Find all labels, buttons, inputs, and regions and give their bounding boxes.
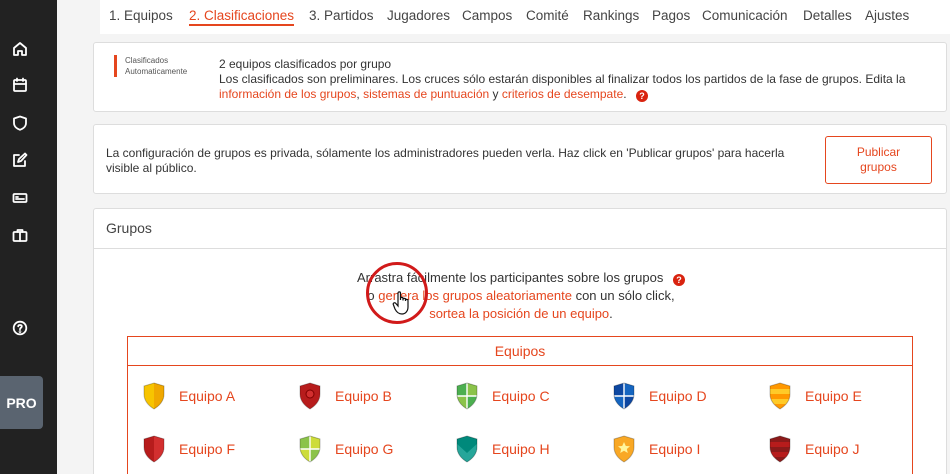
team-name: Equipo J (805, 441, 860, 457)
team-item[interactable]: Equipo G (299, 435, 393, 463)
team-shield-icon (456, 435, 478, 463)
team-shield-icon (299, 382, 321, 410)
briefcase-icon[interactable] (10, 225, 30, 245)
team-name: Equipo I (649, 441, 701, 457)
edit-icon[interactable] (10, 150, 30, 170)
period: . (609, 306, 613, 321)
tab-campos[interactable]: Campos (462, 8, 512, 23)
qualifiers-note: Los clasificados son preliminares. Los c… (219, 72, 906, 86)
team-name: Equipo F (179, 441, 236, 457)
team-name: Equipo G (335, 441, 394, 457)
team-shield-icon (456, 382, 478, 410)
ticket-icon[interactable] (10, 188, 30, 208)
help-icon[interactable]: ? (635, 90, 648, 102)
link-scoring[interactable]: sistemas de puntuación (363, 87, 489, 101)
separator: y (489, 87, 502, 101)
team-shield-icon (769, 435, 791, 463)
qualifiers-count: 2 equipos clasificados por grupo (219, 57, 392, 71)
teams-title: Equipos (128, 337, 912, 366)
team-name: Equipo H (492, 441, 550, 457)
help-icon[interactable] (10, 318, 30, 338)
groups-card: Grupos Arrastra fácilmente los participa… (93, 208, 947, 474)
team-item[interactable]: Equipo C (456, 382, 550, 410)
instr-line3: sortea la posición de un equipo. (94, 305, 948, 323)
tab-pagos[interactable]: Pagos (652, 8, 690, 23)
qualifiers-card: Clasificados Automaticamente 2 equipos c… (93, 42, 947, 112)
publish-card: La configuración de grupos es privada, s… (93, 124, 947, 194)
hand-cursor-icon (392, 291, 409, 315)
team-shield-icon (613, 382, 635, 410)
publish-button-line2: grupos (860, 160, 897, 174)
qualifiers-tag-line1: Clasificados (125, 56, 169, 65)
team-item[interactable]: Equipo I (613, 435, 700, 463)
home-icon[interactable] (10, 39, 30, 59)
tab-jugadores[interactable]: Jugadores (387, 8, 450, 23)
team-item[interactable]: Equipo J (769, 435, 859, 463)
tab-rankings[interactable]: Rankings (583, 8, 639, 23)
draw-position-link[interactable]: sortea la posición de un equipo (429, 306, 609, 321)
qualifiers-accent-bar (114, 55, 117, 77)
team-item[interactable]: Equipo F (143, 435, 235, 463)
team-item[interactable]: Equipo B (299, 382, 392, 410)
team-shield-icon (613, 435, 635, 463)
tab-equipos[interactable]: 1. Equipos (109, 8, 173, 23)
sidebar: PRO (0, 0, 57, 474)
team-name: Equipo D (649, 388, 707, 404)
team-shield-icon (769, 382, 791, 410)
team-item[interactable]: Equipo H (456, 435, 550, 463)
team-shield-icon (299, 435, 321, 463)
tab-comunicacion[interactable]: Comunicación (702, 8, 788, 23)
pro-badge[interactable]: PRO (0, 376, 43, 429)
team-shield-icon (143, 435, 165, 463)
team-item[interactable]: Equipo A (143, 382, 235, 410)
qualifiers-text: 2 equipos clasificados por grupo Los cla… (219, 57, 944, 102)
tab-clasificaciones[interactable]: 2. Clasificaciones (189, 8, 295, 26)
teams-box: Equipos Equipo A Equipo B Equipo C Equipo D… (127, 336, 913, 474)
team-name: Equipo C (492, 388, 550, 404)
qualifiers-links: información de los grupos, sistemas de p… (219, 87, 944, 102)
tab-detalles[interactable]: Detalles (803, 8, 852, 23)
qualifiers-tag-line2: Automaticamente (125, 67, 188, 76)
team-name: Equipo E (805, 388, 862, 404)
qualifiers-tag: Clasificados Automaticamente (125, 55, 187, 77)
help-icon[interactable]: ? (673, 274, 685, 286)
link-tiebreak[interactable]: criterios de desempate (502, 87, 623, 101)
tab-bar: 1. Equipos 2. Clasificaciones 3. Partido… (100, 0, 950, 34)
team-name: Equipo B (335, 388, 392, 404)
instr-one-click: con un sólo click, (571, 288, 675, 303)
tab-comite[interactable]: Comité (526, 8, 569, 23)
publish-button-line1: Publicar (856, 145, 901, 159)
shield-icon[interactable] (10, 113, 30, 133)
groups-header: Grupos (94, 209, 946, 249)
link-groups-info[interactable]: información de los grupos (219, 87, 356, 101)
tab-partidos[interactable]: 3. Partidos (309, 8, 374, 23)
groups-instructions: Arrastra fácilmente los participantes so… (94, 269, 948, 323)
team-item[interactable]: Equipo D (613, 382, 707, 410)
team-name: Equipo A (179, 388, 236, 404)
publish-groups-button[interactable]: Publicar grupos (825, 136, 932, 184)
instr-line2: o genera los grupos aleatoriamente con u… (94, 287, 948, 305)
team-shield-icon (143, 382, 165, 410)
instr-line1: Arrastra fácilmente los participantes so… (94, 269, 948, 287)
team-item[interactable]: Equipo E (769, 382, 862, 410)
period: . (623, 87, 627, 101)
calendar-icon[interactable] (10, 75, 30, 95)
tab-ajustes[interactable]: Ajustes (865, 8, 909, 23)
publish-notice: La configuración de grupos es privada, s… (106, 146, 785, 175)
